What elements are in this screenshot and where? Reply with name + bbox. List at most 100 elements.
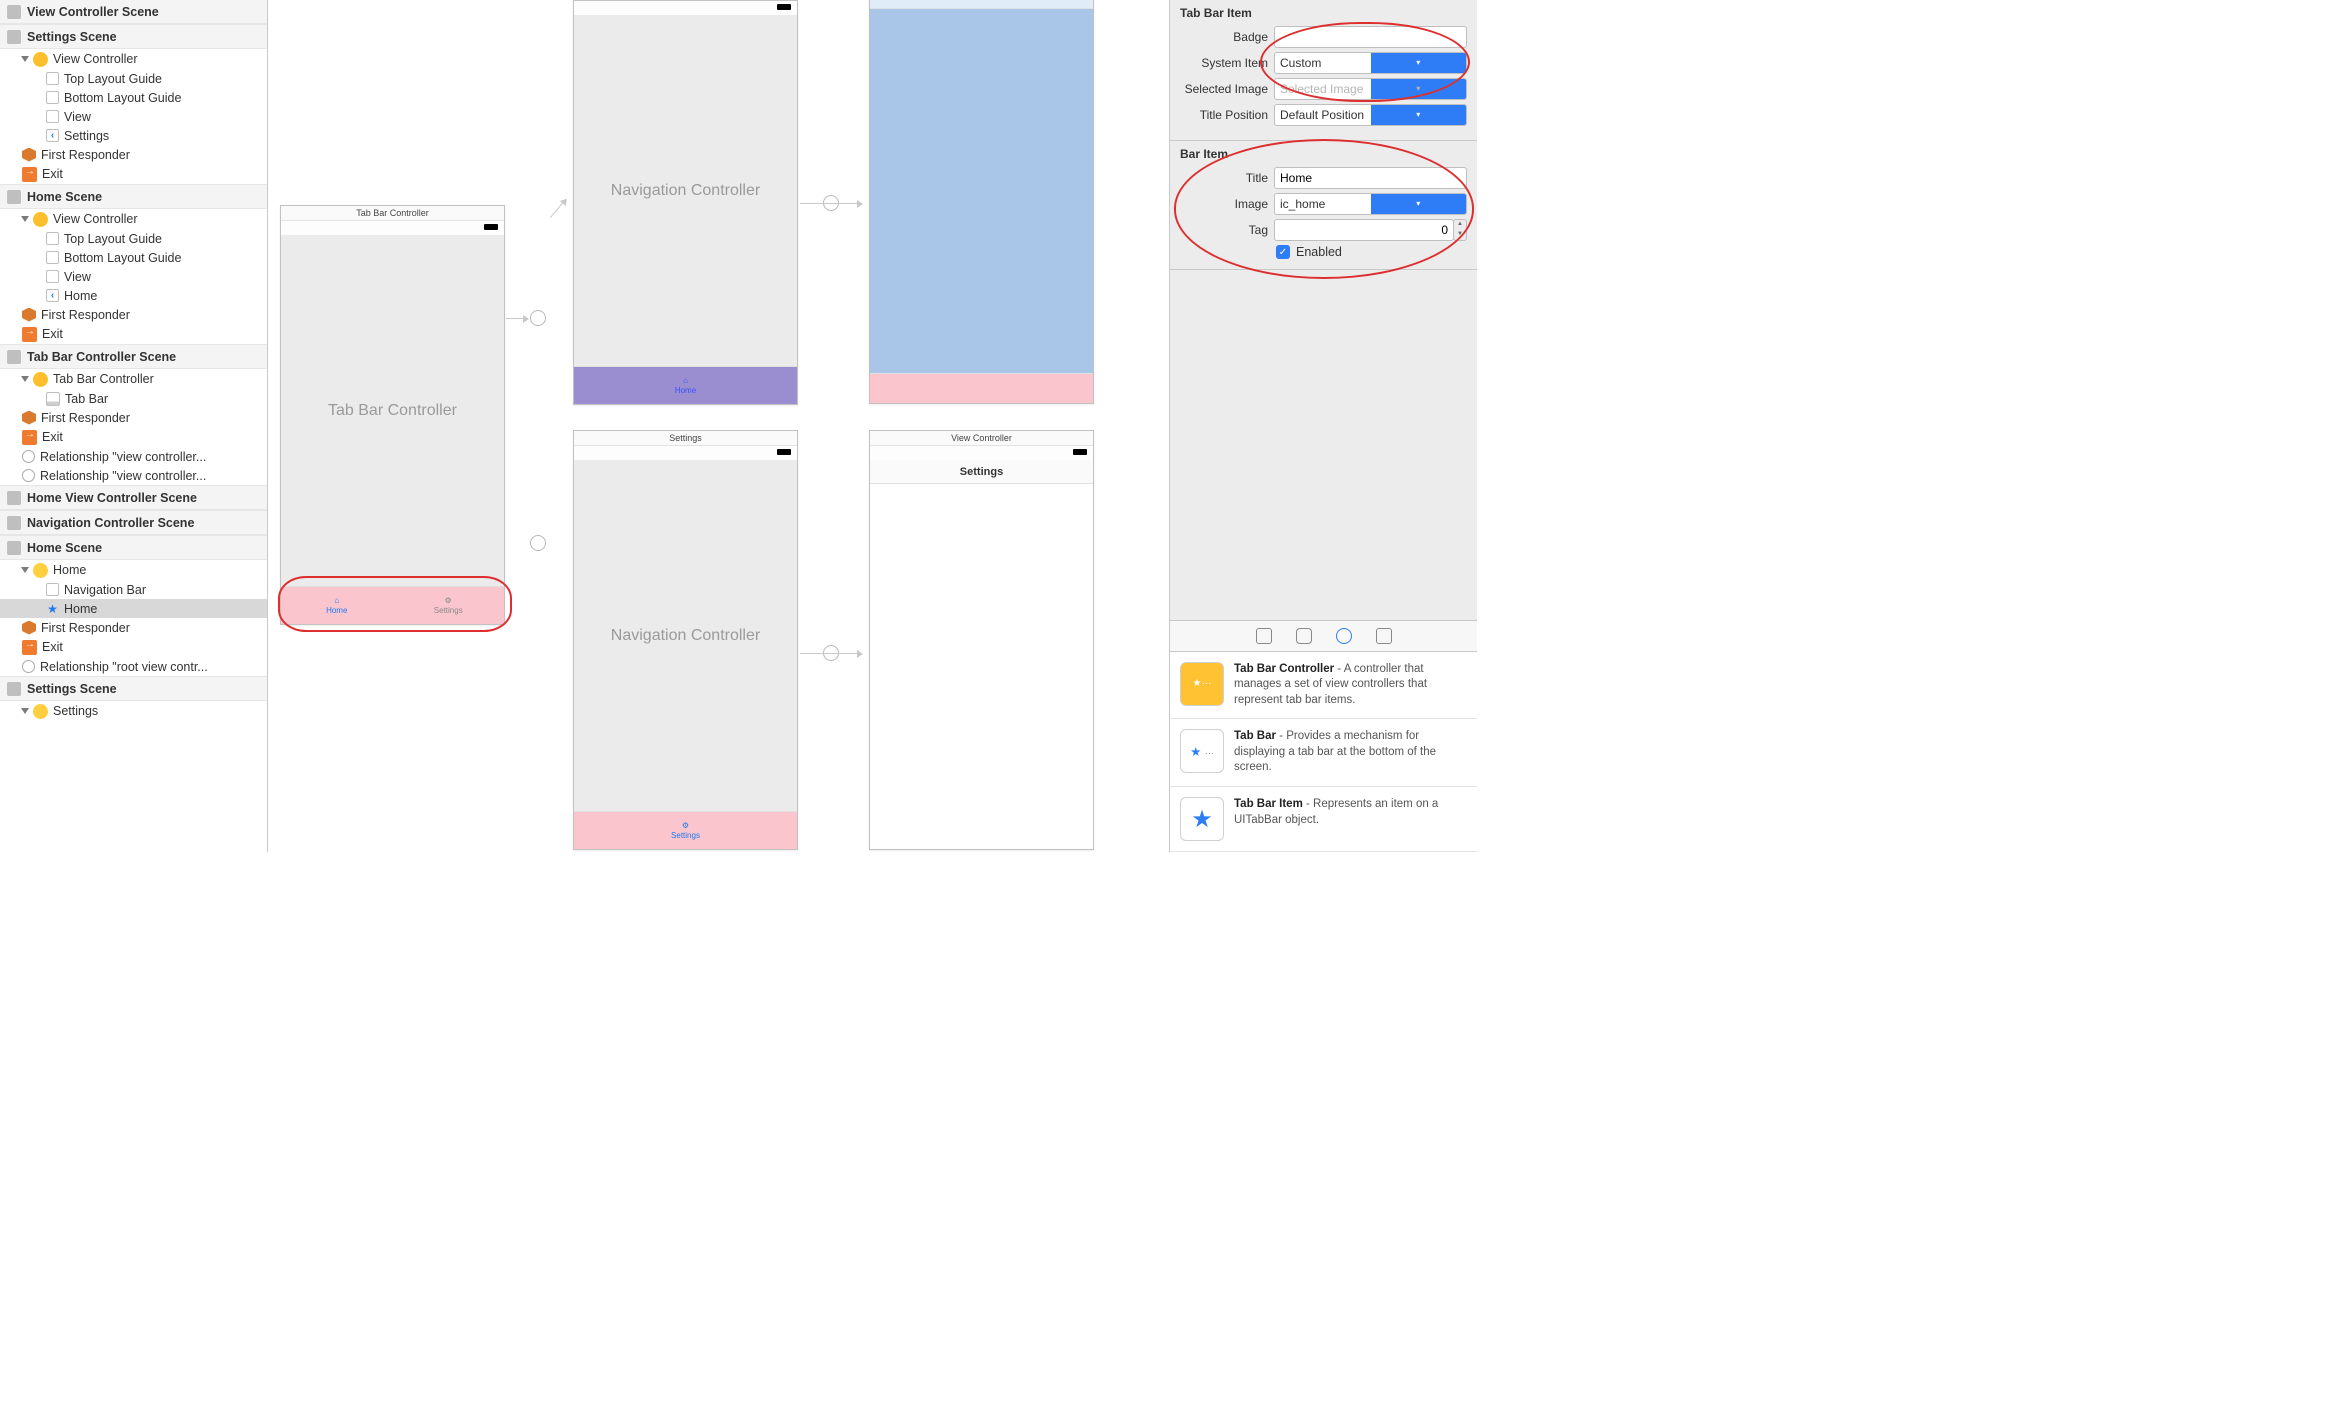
tab-settings[interactable]: ⚙Settings <box>574 812 797 849</box>
gear-icon: ⚙ <box>445 596 452 605</box>
library-item-tab-bar-controller[interactable]: ★··· Tab Bar Controller - A controller t… <box>1170 652 1477 720</box>
system-item-label: System Item <box>1180 56 1268 70</box>
phone-tabbar[interactable]: ⚙Settings <box>574 811 797 849</box>
section-title: Tab Bar Item <box>1180 6 1467 20</box>
status-bar <box>574 446 797 460</box>
outline-home-item[interactable]: ‹Home <box>0 286 267 305</box>
outline-home-nav[interactable]: Home <box>0 560 267 580</box>
row-label: View Controller <box>53 52 138 66</box>
file-template-tab-icon[interactable] <box>1256 628 1272 644</box>
outline-exit[interactable]: Exit <box>0 637 267 657</box>
outline-first-responder[interactable]: First Responder <box>0 305 267 324</box>
code-snippet-tab-icon[interactable] <box>1296 628 1312 644</box>
scene-label: Navigation Controller Scene <box>27 516 194 530</box>
outline-view[interactable]: View <box>0 267 267 286</box>
storyboard-canvas[interactable]: Tab Bar Controller Tab Bar Controller ⌂H… <box>268 0 1169 852</box>
chevron-down-icon: ▾ <box>1371 79 1467 99</box>
disclosure-triangle-icon[interactable] <box>21 216 29 222</box>
tag-stepper[interactable]: ▲▼ <box>1453 219 1467 241</box>
disclosure-triangle-icon[interactable] <box>21 567 29 573</box>
row-label: Home <box>64 602 97 616</box>
scene-home-2[interactable]: Home Scene <box>0 535 267 560</box>
outline-exit[interactable]: Exit <box>0 427 267 447</box>
status-bar <box>574 1 797 15</box>
scene-home[interactable]: Home Scene <box>0 184 267 209</box>
scene-home-vc[interactable]: Home View Controller Scene <box>0 485 267 510</box>
outline-settings-item[interactable]: ‹Settings <box>0 126 267 145</box>
enabled-checkbox[interactable]: ✓ <box>1276 245 1290 259</box>
document-outline[interactable]: View Controller Scene Settings Scene Vie… <box>0 0 268 852</box>
library-item-text: Tab Bar Item - Represents an item on a U… <box>1234 797 1467 841</box>
title-input[interactable] <box>1274 167 1467 189</box>
outline-view-controller[interactable]: View Controller <box>0 49 267 69</box>
phone-tabbar[interactable]: ⌂Home ⚙Settings <box>281 586 504 624</box>
outline-navigation-bar[interactable]: Navigation Bar <box>0 580 267 599</box>
scene-phone-settings-vc[interactable]: View Controller Settings <box>869 430 1094 850</box>
outline-bottom-layout[interactable]: Bottom Layout Guide <box>0 88 267 107</box>
system-item-select[interactable]: Custom▾ <box>1274 52 1467 74</box>
phone-tabbar[interactable]: ⌂Home <box>574 366 797 404</box>
outline-top-layout[interactable]: Top Layout Guide <box>0 69 267 88</box>
scene-navigation-controller[interactable]: Navigation Controller Scene <box>0 510 267 535</box>
outline-view[interactable]: View <box>0 107 267 126</box>
first-responder-icon <box>22 621 36 635</box>
scene-settings[interactable]: Settings Scene <box>0 24 267 49</box>
scene-phone-tabbar[interactable]: Tab Bar Controller Tab Bar Controller ⌂H… <box>280 205 505 625</box>
selected-image-select[interactable]: Selected Image▾ <box>1274 78 1467 100</box>
scene-phone-nav2[interactable]: Settings Navigation Controller ⚙Settings <box>573 430 798 850</box>
outline-view-controller[interactable]: View Controller <box>0 209 267 229</box>
inspector-section-baritem: Bar Item Title Image ic_home▾ Tag ▲▼ ✓ E… <box>1170 141 1477 270</box>
object-library[interactable]: ★··· Tab Bar Controller - A controller t… <box>1170 652 1477 852</box>
scene-phone-home-vc[interactable]: Home <box>869 0 1094 404</box>
view-icon <box>46 270 59 283</box>
scene-view-controller[interactable]: View Controller Scene <box>0 0 267 24</box>
outline-relationship[interactable]: Relationship "view controller... <box>0 447 267 466</box>
tab-settings[interactable]: ⚙Settings <box>393 587 505 624</box>
row-label: First Responder <box>41 411 130 425</box>
segue-connector[interactable] <box>530 310 546 326</box>
chevron-down-icon: ▾ <box>1371 105 1467 125</box>
tag-input[interactable] <box>1274 219 1454 241</box>
image-select[interactable]: ic_home▾ <box>1274 193 1467 215</box>
segue-connector[interactable] <box>530 535 546 551</box>
media-library-tab-icon[interactable] <box>1376 628 1392 644</box>
layout-guide-icon <box>46 232 59 245</box>
outline-exit[interactable]: Exit <box>0 164 267 184</box>
outline-top-layout[interactable]: Top Layout Guide <box>0 229 267 248</box>
back-chevron-icon: ‹ <box>46 289 59 302</box>
scene-label: Home View Controller Scene <box>27 491 197 505</box>
library-tabs[interactable] <box>1170 620 1477 652</box>
object-library-tab-icon[interactable] <box>1336 628 1352 644</box>
outline-first-responder[interactable]: First Responder <box>0 618 267 637</box>
phone-center-label: Tab Bar Controller <box>281 235 504 586</box>
outline-tab-bar[interactable]: Tab Bar <box>0 389 267 408</box>
tab-home[interactable]: ⌂Home <box>574 367 797 404</box>
library-item-text: Tab Bar Controller - A controller that m… <box>1234 662 1467 709</box>
outline-relationship[interactable]: Relationship "root view contr... <box>0 657 267 676</box>
disclosure-triangle-icon[interactable] <box>21 376 29 382</box>
outline-settings-nav[interactable]: Settings <box>0 701 267 721</box>
scene-tab-bar-controller[interactable]: Tab Bar Controller Scene <box>0 344 267 369</box>
layout-guide-icon <box>46 251 59 264</box>
disclosure-triangle-icon[interactable] <box>21 56 29 62</box>
library-item-tab-bar-item[interactable]: ★ Tab Bar Item - Represents an item on a… <box>1170 787 1477 852</box>
row-label: Home <box>53 563 86 577</box>
outline-exit[interactable]: Exit <box>0 324 267 344</box>
outline-relationship[interactable]: Relationship "view controller... <box>0 466 267 485</box>
tab-home[interactable]: ⌂Home <box>281 587 393 624</box>
phone-titlebar: Settings <box>574 431 797 446</box>
library-item-tab-bar[interactable]: ★ ··· Tab Bar - Provides a mechanism for… <box>1170 719 1477 787</box>
outline-first-responder[interactable]: First Responder <box>0 145 267 164</box>
scene-phone-nav1[interactable]: Navigation Controller ⌂Home <box>573 0 798 405</box>
phone-navbar: Home <box>870 0 1093 9</box>
row-label: First Responder <box>41 621 130 635</box>
outline-first-responder[interactable]: First Responder <box>0 408 267 427</box>
scene-settings-2[interactable]: Settings Scene <box>0 676 267 701</box>
outline-bottom-layout[interactable]: Bottom Layout Guide <box>0 248 267 267</box>
outline-tab-bar-controller[interactable]: Tab Bar Controller <box>0 369 267 389</box>
title-position-select[interactable]: Default Position▾ <box>1274 104 1467 126</box>
disclosure-triangle-icon[interactable] <box>21 708 29 714</box>
badge-input[interactable] <box>1274 26 1467 48</box>
tab-label: Settings <box>671 831 700 840</box>
outline-home-tab-item[interactable]: ★Home <box>0 599 267 618</box>
